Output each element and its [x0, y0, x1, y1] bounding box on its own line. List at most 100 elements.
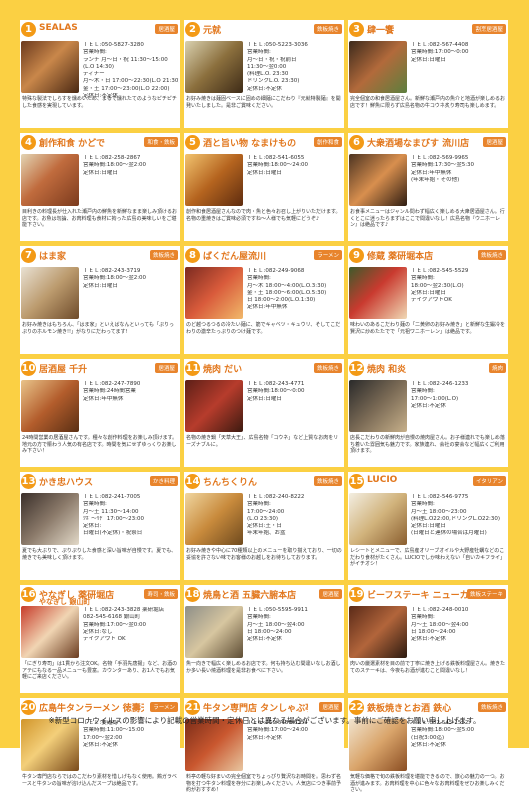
category-tag: 鉄板焼き	[313, 476, 342, 486]
shop-info: ＴＥＬ:082-243-3828 薬研堀店 082-545-6168 銀山町 営業時…	[83, 607, 179, 643]
card-header: 9 修蔵 薬研堀本店 鉄板焼き	[348, 246, 508, 266]
restaurant-card: 19ビーフステーキ ニューカルネ鉄板ステーキＴＥＬ:082-248-0010営業…	[348, 585, 508, 693]
shop-description: レシートとメニューで、広島産オリーブオイルや大野産牡蠣などのこだわり食材がたくさ…	[350, 548, 506, 568]
shop-info: ＴＥＬ:082-243-3719 営業時間:18:00〜翌2:00 定休日:日曜日	[83, 268, 179, 290]
category-tag: イタリアン	[472, 476, 506, 486]
shop-description: お好み焼きは麺固ベースに固めの細麺にこだわり『元就特製麺』を開発いたしました。是…	[186, 96, 341, 109]
info-line: 月〜土 18:00〜翌4:00	[411, 621, 469, 628]
info-line: 営業時間:	[411, 501, 435, 508]
shop-info: ＴＥＬ:082-248-0010 営業時間: 月〜土 18:00〜翌4:00 日 18…	[411, 607, 507, 643]
info-line: 営業時間:18:00〜24:00	[247, 162, 309, 169]
card-header: 6 大衆酒場なまびす 流川店 居酒屋	[348, 133, 508, 153]
page-background: 1 SEALAS 居酒屋 ＴＥＬ:050-5827-3280 営業時間: ランチ 月〜日・…	[0, 0, 529, 806]
info-line: 082-545-6168 銀山町	[83, 614, 141, 621]
info-line: 営業時間:	[247, 501, 271, 508]
card-header: 1 SEALAS 居酒屋	[20, 20, 180, 40]
info-line: ＴＥＬ:050-5595-9911	[247, 607, 308, 613]
card-header: 2 元就 鉄板焼き	[184, 20, 344, 40]
info-line: ドリンクL.O. 23:30)	[247, 78, 300, 85]
card-header: 7 はま家 鉄板焼き	[20, 246, 180, 266]
food-photo	[349, 380, 407, 432]
restaurant-name: SEALAS	[39, 23, 78, 33]
food-photo	[21, 41, 79, 93]
card-number-badge: 22	[349, 700, 364, 715]
shop-description: 目利きの料理長が仕入れた瀬戸内の鮮魚を新鮮なまま楽しみ頂けるお店です。お魚は勿論…	[22, 209, 178, 229]
info-line: ランチ 月〜日・祝 11:30〜15:00	[83, 56, 168, 63]
shop-info: ＴＥＬ:082-546-9775 営業時間: 月〜土 18:00〜23:00 (料理L…	[411, 494, 507, 538]
info-line: 日 18:00〜24:00	[411, 628, 456, 635]
footer-note: ※新型コロナウイルスの影響により記載の営業時間・定休日とは異なる場合がございます…	[48, 716, 481, 725]
shop-description: 気軽な価格で旬の鉄板料理を堪能できるので、旅心の魅力の一つ。お酒が進みます。お肉…	[350, 774, 505, 794]
card-number-badge: 3	[349, 22, 364, 37]
info-line: 営業時間:17:30〜翌5:30	[411, 162, 475, 169]
info-line: ＴＥＬ:082-248-0010	[411, 607, 469, 613]
food-photo	[349, 154, 407, 206]
restaurant-card: 8 ばくだん屋流川 ラーメン ＴＥＬ:082-249-9068 営業時間: 月〜木 18:…	[184, 246, 344, 354]
info-line: 営業時間:17:00〜24:00	[247, 727, 309, 734]
restaurant-name: ちんちくりん	[203, 478, 258, 488]
info-line: (日曜日と連休の場合は月曜日)	[411, 530, 487, 537]
category-tag: 鉄板焼き	[313, 363, 342, 373]
card-number-badge: 20	[21, 700, 36, 715]
restaurant-name: 鉄板焼きとお酒 鉄心	[367, 704, 452, 714]
food-photo	[185, 719, 243, 771]
category-tag: 割烹居酒屋	[472, 24, 506, 34]
restaurant-name: 牛タン専門店 タンしゃぶ亭	[203, 704, 308, 714]
info-line: 定休日:日曜日	[411, 289, 446, 296]
info-line: 営業時間:24時間営業	[83, 388, 136, 395]
restaurant-card: 6 大衆酒場なまびす 流川店 居酒屋 ＴＥＬ:082-569-9965 営業時間:17:…	[348, 133, 508, 241]
card-number-badge: 11	[185, 361, 200, 376]
info-line: ＴＥＬ:082-249-9068	[247, 268, 305, 274]
restaurant-card: 2 元就 鉄板焼き ＴＥＬ:050-5223-3036 営業時間: 月〜日・祝・祝前日 11…	[184, 20, 344, 128]
shop-description: 創作和食居酒屋さんなので肉・魚と色々お召し上がりいただけます。名物の重焼きはご賞…	[186, 209, 341, 222]
food-photo	[185, 606, 243, 658]
restaurant-name: 焼肉 だい	[203, 365, 243, 375]
card-header: 10 居酒屋 千升 居酒屋	[20, 359, 180, 379]
info-line: 定休日:不定休	[83, 741, 118, 748]
card-header: 13 かき忠ハウス かき料理	[20, 472, 180, 492]
restaurant-card: 16 やなぎし 薬研堀店 やなぎし 銀山町 寿司・鉄板 ＴＥＬ:082-243-3828…	[20, 585, 180, 693]
info-line: 定休日:日曜日	[83, 282, 118, 289]
shop-info: ＴＥＬ:082-545-5529 営業時間: 18:00〜翌2:30(L.O) 定休日…	[411, 268, 507, 304]
info-line: ＴＥＬ:082-546-9775	[411, 494, 469, 500]
info-line: 営業時間:	[247, 275, 271, 282]
info-line: 営業時間:17:00〜翌0:00	[83, 621, 147, 628]
shop-info: ＴＥＬ:050-5827-3280 営業時間: ランチ 月〜日・祝 11:30〜15…	[83, 42, 179, 100]
info-line: 営業時間:18:00〜0:00	[247, 388, 305, 395]
category-tag: 鉄板焼き	[149, 250, 178, 260]
shop-description: 店長こだわりの新鮮肉が自慢の焼肉屋さん。お子様連れでも楽しめ落ち着いた雰囲気も魅…	[350, 435, 505, 455]
info-line: 定休日:年中無休	[247, 304, 288, 311]
restaurant-grid: 1 SEALAS 居酒屋 ＴＥＬ:050-5827-3280 営業時間: ランチ 月〜日・…	[20, 20, 520, 806]
restaurant-name: ビーフステーキ ニューカルネ	[367, 591, 472, 601]
card-number-badge: 7	[21, 248, 36, 263]
food-photo	[185, 267, 243, 319]
food-photo	[349, 493, 407, 545]
info-line: 定休日:	[83, 523, 102, 530]
shop-description: 料亭の軽な好まいの完全個室でちょっぴり贅沢なお時間を。思わず名物を打つ牛タン料理…	[186, 774, 342, 794]
shop-info: ＴＥＬ:082-247-7890 営業時間:24時間営業 定休日:年中無休	[83, 381, 179, 403]
category-tag: 居酒屋	[319, 589, 342, 599]
shop-description: お食事メニューはジャンル問わず幅広く楽しめる大衆居酒屋さん。行くとこに迷ったらま…	[350, 209, 505, 229]
shop-description: 特殊な製法でしらすを燻めいため、まるで燻れたてのようなピチピチした食感を実現して…	[22, 96, 177, 109]
info-line: 定休日:日曜日	[247, 395, 282, 402]
info-line: (年末年始・その他)	[411, 176, 460, 183]
shop-description: 夏でも大ぶりで、ぷりぷりした食感と深い旨味が自慢です。夏でも、焼きでも美味しく頂…	[22, 548, 177, 561]
restaurant-card: 13 かき忠ハウス かき料理 ＴＥＬ:082-241-7005 営業時間: 月〜土 11:…	[20, 472, 180, 580]
food-photo	[185, 154, 243, 206]
shop-description: 魚一向きで幅広く楽しめるお店です。何も持ち込む間違いなしお酒しか多い長い燒酒料理…	[186, 661, 341, 674]
info-line: ＴＥＬ:050-5827-3280	[83, 42, 144, 48]
card-number-badge: 12	[349, 361, 364, 376]
food-photo	[21, 719, 79, 771]
food-photo	[21, 380, 79, 432]
restaurant-card: 5 酒と旨い物 なまけもの 創作和食 ＴＥＬ:082-541-6055 営業時間:18:…	[184, 133, 344, 241]
restaurant-card: 3 肆一饗 割烹居酒屋 ＴＥＬ:082-567-4408 営業時間:17:00〜0:00…	[348, 20, 508, 128]
shop-description: 完全個室の和食居酒屋さん。新鮮な瀬戸内の魚介と地酒が楽しめるお店です！鮮魚に限ら…	[350, 96, 506, 109]
info-line: 定休日:年中無休	[83, 395, 124, 402]
info-line: ＴＥＬ:082-240-8222	[247, 494, 305, 500]
category-tag: 鉄板焼き	[477, 250, 506, 260]
info-line: 定休日:日曜日	[83, 169, 118, 176]
info-line: 日 18:00〜24:00	[247, 628, 292, 635]
info-line: 定休日:日曜日	[411, 523, 446, 530]
info-line: 月〜土 11:30〜14:00	[83, 508, 139, 515]
food-photo	[21, 154, 79, 206]
